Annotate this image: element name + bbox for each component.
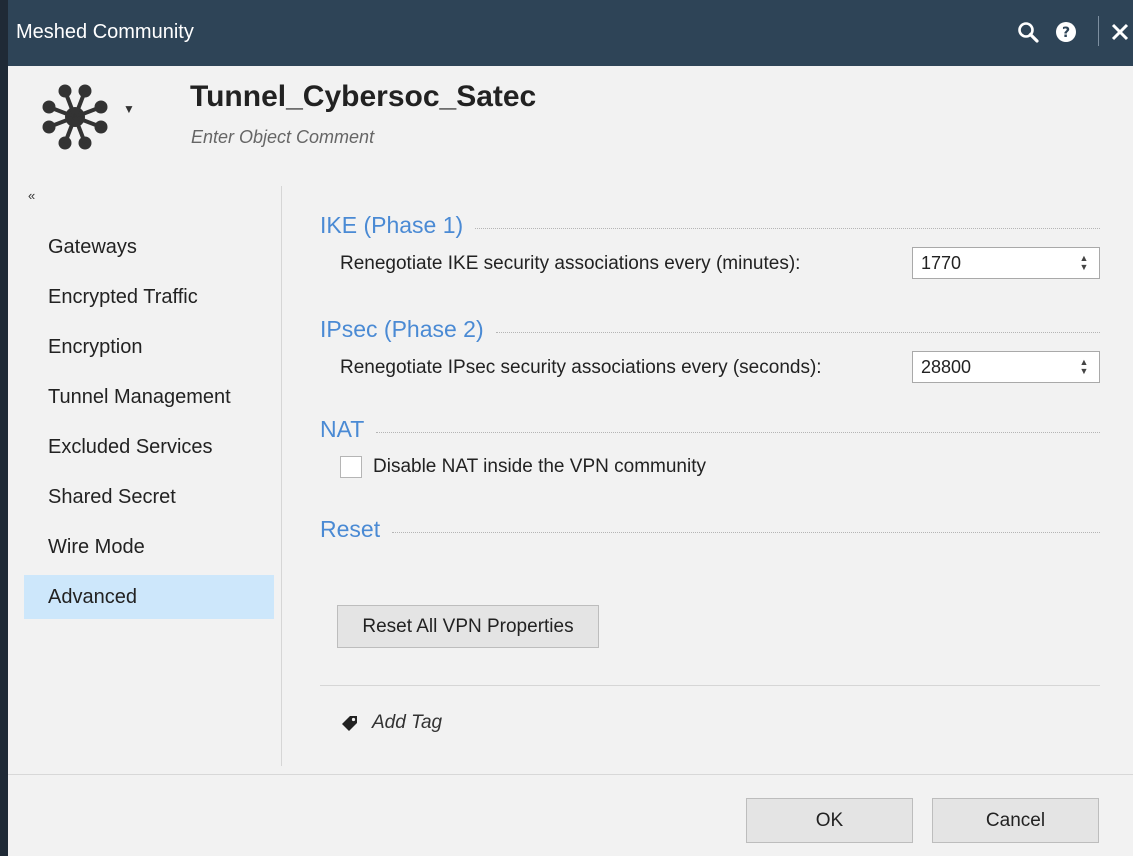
dialog-footer: OK Cancel (8, 774, 1133, 856)
sidebar-item-wire-mode[interactable]: Wire Mode (24, 522, 274, 572)
section-divider (495, 331, 1100, 333)
sidebar-item-tunnel-management[interactable]: Tunnel Management (24, 372, 274, 422)
search-icon[interactable] (1013, 15, 1043, 49)
nat-section-title: NAT (320, 415, 365, 442)
ike-minutes-input[interactable] (921, 253, 1051, 274)
ike-spin-buttons[interactable]: ▲ ▼ (1073, 252, 1095, 274)
horizontal-divider (320, 685, 1100, 686)
ipsec-seconds-stepper[interactable]: ▲ ▼ (912, 351, 1100, 383)
section-divider (392, 531, 1100, 533)
spin-down-icon[interactable]: ▼ (1080, 367, 1089, 376)
sidebar-item-gateways[interactable]: Gateways (24, 222, 274, 272)
reset-section-title: Reset (320, 515, 381, 542)
ike-section-title: IKE (Phase 1) (320, 211, 464, 238)
object-header: ▼ Tunnel_Cybersoc_Satec Enter Object Com… (8, 66, 1133, 166)
tag-icon (342, 716, 357, 731)
object-name[interactable]: Tunnel_Cybersoc_Satec (190, 80, 536, 114)
close-icon[interactable] (1105, 15, 1133, 49)
add-tag-label: Add Tag (372, 712, 443, 733)
sidebar-item-encrypted-traffic[interactable]: Encrypted Traffic (24, 272, 274, 322)
sidebar-nav: Gateways Encrypted Traffic Encryption Tu… (24, 222, 274, 619)
advanced-panel: IKE (Phase 1) Renegotiate IKE security a… (320, 205, 1100, 549)
svg-text:?: ? (1062, 25, 1070, 41)
ike-minutes-stepper[interactable]: ▲ ▼ (912, 247, 1100, 279)
sidebar-item-encryption[interactable]: Encryption (24, 322, 274, 372)
reset-all-vpn-properties-button[interactable]: Reset All VPN Properties (337, 605, 599, 648)
window-title: Meshed Community (16, 21, 194, 43)
collapse-sidebar-icon[interactable]: « (28, 188, 35, 203)
object-comment-field[interactable]: Enter Object Comment (191, 127, 374, 148)
sidebar-item-shared-secret[interactable]: Shared Secret (24, 472, 274, 522)
ike-section: IKE (Phase 1) Renegotiate IKE security a… (320, 205, 1100, 285)
disable-nat-label[interactable]: Disable NAT inside the VPN community (373, 456, 706, 478)
help-icon[interactable]: ? (1051, 15, 1081, 49)
ipsec-section: IPsec (Phase 2) Renegotiate IPsec securi… (320, 309, 1100, 389)
section-divider (475, 227, 1100, 229)
title-separator (1098, 16, 1099, 46)
reset-section: Reset (320, 509, 1100, 549)
disable-nat-checkbox[interactable] (340, 456, 362, 478)
ipsec-renegotiate-label: Renegotiate IPsec security associations … (340, 357, 822, 378)
spin-down-icon[interactable]: ▼ (1080, 263, 1089, 272)
vertical-divider (281, 186, 282, 766)
ipsec-seconds-input[interactable] (921, 357, 1051, 378)
nat-section: NAT Disable NAT inside the VPN community (320, 409, 1100, 489)
ike-renegotiate-label: Renegotiate IKE security associations ev… (340, 253, 801, 274)
ok-button[interactable]: OK (746, 798, 913, 843)
cancel-button[interactable]: Cancel (932, 798, 1099, 843)
meshed-community-icon[interactable] (34, 76, 116, 158)
add-tag-button[interactable]: Add Tag (340, 712, 442, 734)
icon-dropdown-caret[interactable]: ▼ (123, 102, 135, 116)
title-bar: Meshed Community ? (8, 0, 1133, 66)
sidebar-item-advanced[interactable]: Advanced (24, 575, 274, 619)
dialog-window: Meshed Community ? ▼ Tunnel_Cybersoc_Sat… (8, 0, 1133, 856)
ipsec-spin-buttons[interactable]: ▲ ▼ (1073, 356, 1095, 378)
sidebar-item-excluded-services[interactable]: Excluded Services (24, 422, 274, 472)
ipsec-section-title: IPsec (Phase 2) (320, 315, 484, 342)
section-divider (376, 431, 1100, 433)
